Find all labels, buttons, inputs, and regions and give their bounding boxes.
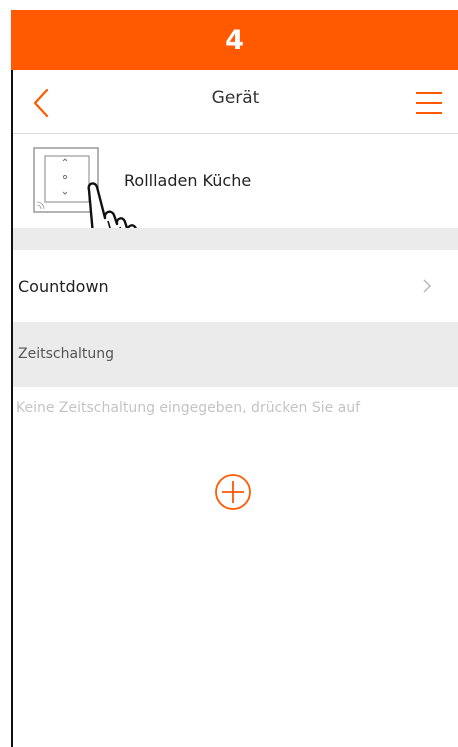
- section-separator: [13, 228, 458, 250]
- timer-section-label: Zeitschaltung: [18, 346, 115, 362]
- empty-state-text: Keine Zeitschaltung eingegeben, drücken …: [16, 400, 361, 416]
- timer-section-header: Zeitschaltung: [13, 322, 458, 387]
- countdown-label: Countdown: [18, 277, 109, 296]
- app-screen: Gerät Rollladen Küche Countdown Zeitscha…: [13, 70, 458, 747]
- device-item[interactable]: Rollladen Küche: [13, 134, 458, 294]
- hamburger-menu-icon: [416, 92, 442, 114]
- instruction-frame: 4 Gerät Rollladen Küche Countdown Zeitsc…: [0, 0, 458, 747]
- plus-circle-icon: [215, 474, 251, 510]
- chevron-right-icon: [423, 279, 431, 293]
- add-timer-button[interactable]: [214, 473, 252, 511]
- menu-button[interactable]: [414, 90, 444, 116]
- page-title: Gerät: [211, 88, 260, 108]
- countdown-row[interactable]: Countdown: [13, 250, 458, 322]
- step-number: 4: [225, 24, 244, 56]
- step-banner: 4: [11, 10, 458, 70]
- app-header: Gerät: [13, 70, 458, 134]
